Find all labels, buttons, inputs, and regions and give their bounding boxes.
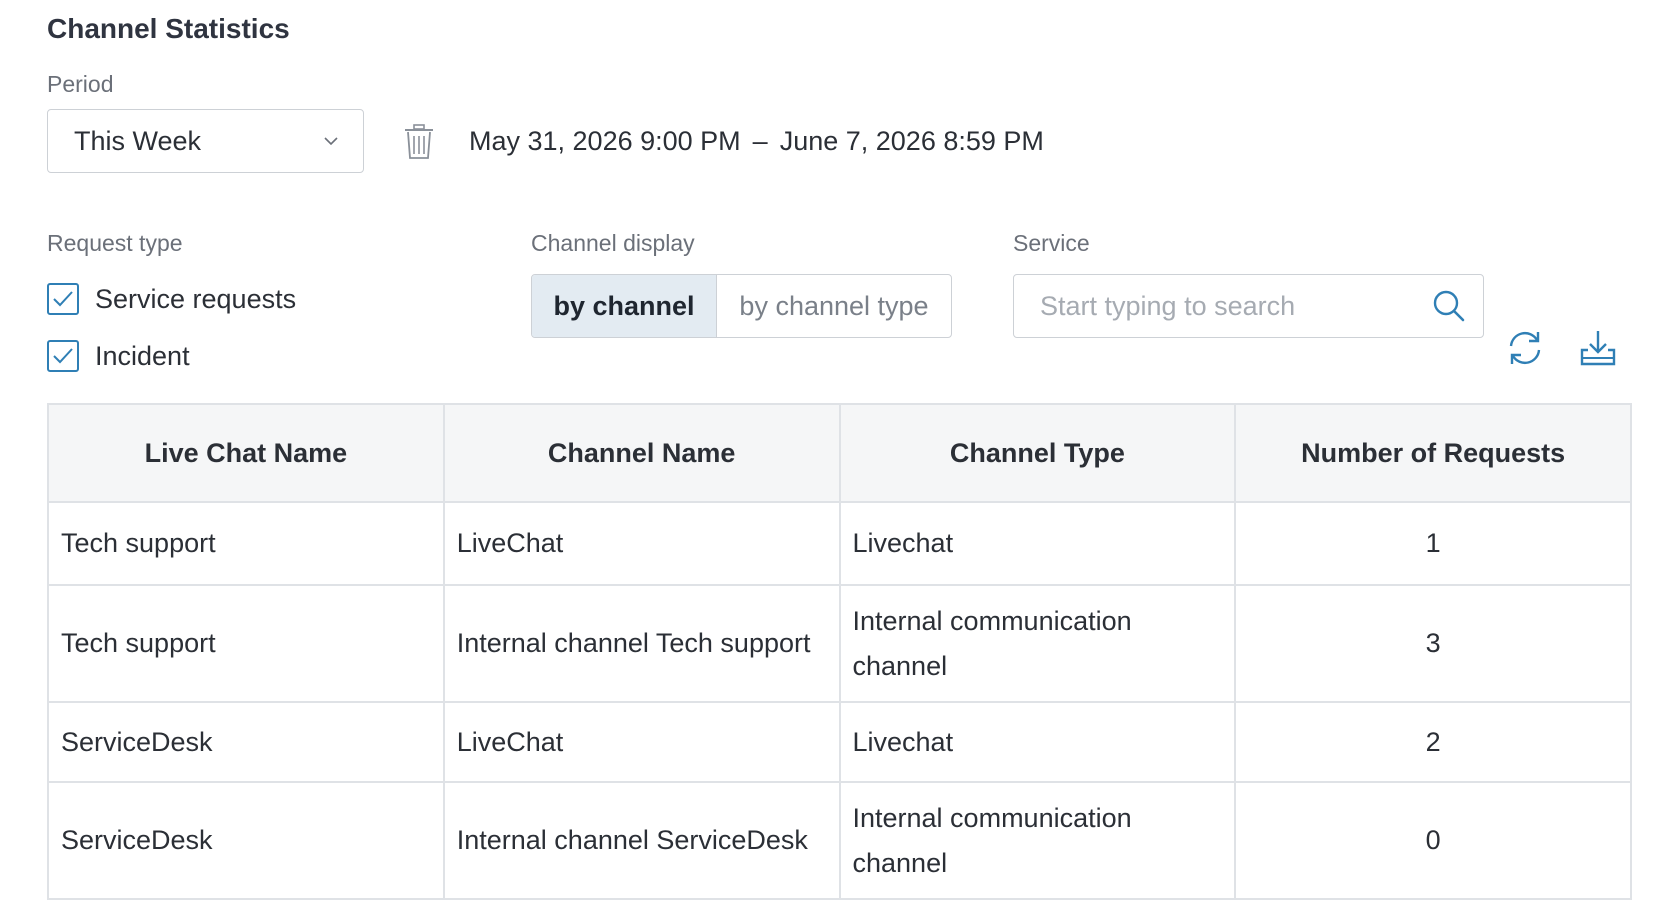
channel-display-label: Channel display (531, 230, 695, 256)
cell-live-chat-name: Tech support (47, 501, 445, 586)
cell-channel-type: Internal communication channel (838, 584, 1237, 703)
page-title: Channel Statistics (47, 13, 290, 44)
checkmark-icon (53, 291, 73, 307)
column-header-live-chat-name[interactable]: Live Chat Name (47, 403, 445, 503)
service-requests-checkbox-row[interactable]: Service requests (47, 283, 296, 315)
download-icon[interactable] (1578, 328, 1618, 368)
range-end: June 7, 2026 8:59 PM (779, 126, 1044, 156)
table-row: Tech support LiveChat Livechat 1 (47, 501, 1632, 586)
cell-number-of-requests: 3 (1234, 584, 1632, 703)
trash-icon[interactable] (403, 124, 435, 160)
column-header-channel-name[interactable]: Channel Name (442, 403, 841, 503)
period-select-value: This Week (74, 125, 202, 156)
channel-statistics-page: Channel Statistics Period This Week May … (0, 0, 1673, 913)
period-date-range: May 31, 2026 9:00 PM – June 7, 2026 8:59 P… (469, 126, 1044, 157)
table-row: ServiceDesk LiveChat Livechat 2 (47, 701, 1632, 783)
column-header-channel-type[interactable]: Channel Type (838, 403, 1237, 503)
cell-channel-name: Internal channel ServiceDesk (442, 781, 841, 900)
service-requests-checkbox[interactable] (47, 283, 79, 315)
service-label: Service (1013, 230, 1090, 256)
refresh-icon[interactable] (1505, 328, 1545, 368)
column-header-number-of-requests[interactable]: Number of Requests (1234, 403, 1632, 503)
service-search-field (1013, 274, 1484, 338)
incident-checkbox-row[interactable]: Incident (47, 340, 190, 372)
cell-number-of-requests: 1 (1234, 501, 1632, 586)
table-row: Tech support Internal channel Tech suppo… (47, 584, 1632, 703)
cell-number-of-requests: 0 (1234, 781, 1632, 900)
incident-label: Incident (95, 340, 190, 371)
checkmark-icon (53, 348, 73, 364)
by-channel-option[interactable]: by channel (532, 275, 717, 337)
by-channel-type-option[interactable]: by channel type (717, 275, 951, 337)
channel-display-toggle: by channel by channel type (531, 274, 952, 338)
incident-checkbox[interactable] (47, 340, 79, 372)
service-requests-label: Service requests (95, 283, 297, 314)
table-header-row: Live Chat Name Channel Name Channel Type… (47, 403, 1632, 503)
period-label: Period (47, 71, 114, 97)
cell-number-of-requests: 2 (1234, 701, 1632, 783)
service-search-input[interactable] (1040, 290, 1431, 322)
range-separator: – (752, 126, 768, 156)
cell-channel-name: LiveChat (442, 701, 841, 783)
cell-live-chat-name: ServiceDesk (47, 701, 445, 783)
period-select[interactable]: This Week (47, 109, 364, 173)
cell-channel-name: Internal channel Tech support (442, 584, 841, 703)
cell-live-chat-name: ServiceDesk (47, 781, 445, 900)
cell-channel-type: Livechat (838, 701, 1237, 783)
table-row: ServiceDesk Internal channel ServiceDesk… (47, 781, 1632, 900)
cell-live-chat-name: Tech support (47, 584, 445, 703)
request-type-label: Request type (47, 230, 183, 256)
cell-channel-type: Livechat (838, 501, 1237, 586)
range-start: May 31, 2026 9:00 PM (469, 126, 741, 156)
channel-statistics-table: Live Chat Name Channel Name Channel Type… (47, 403, 1632, 900)
search-icon[interactable] (1431, 288, 1467, 324)
chevron-down-icon (324, 137, 338, 146)
cell-channel-type: Internal communication channel (838, 781, 1237, 900)
cell-channel-name: LiveChat (442, 501, 841, 586)
